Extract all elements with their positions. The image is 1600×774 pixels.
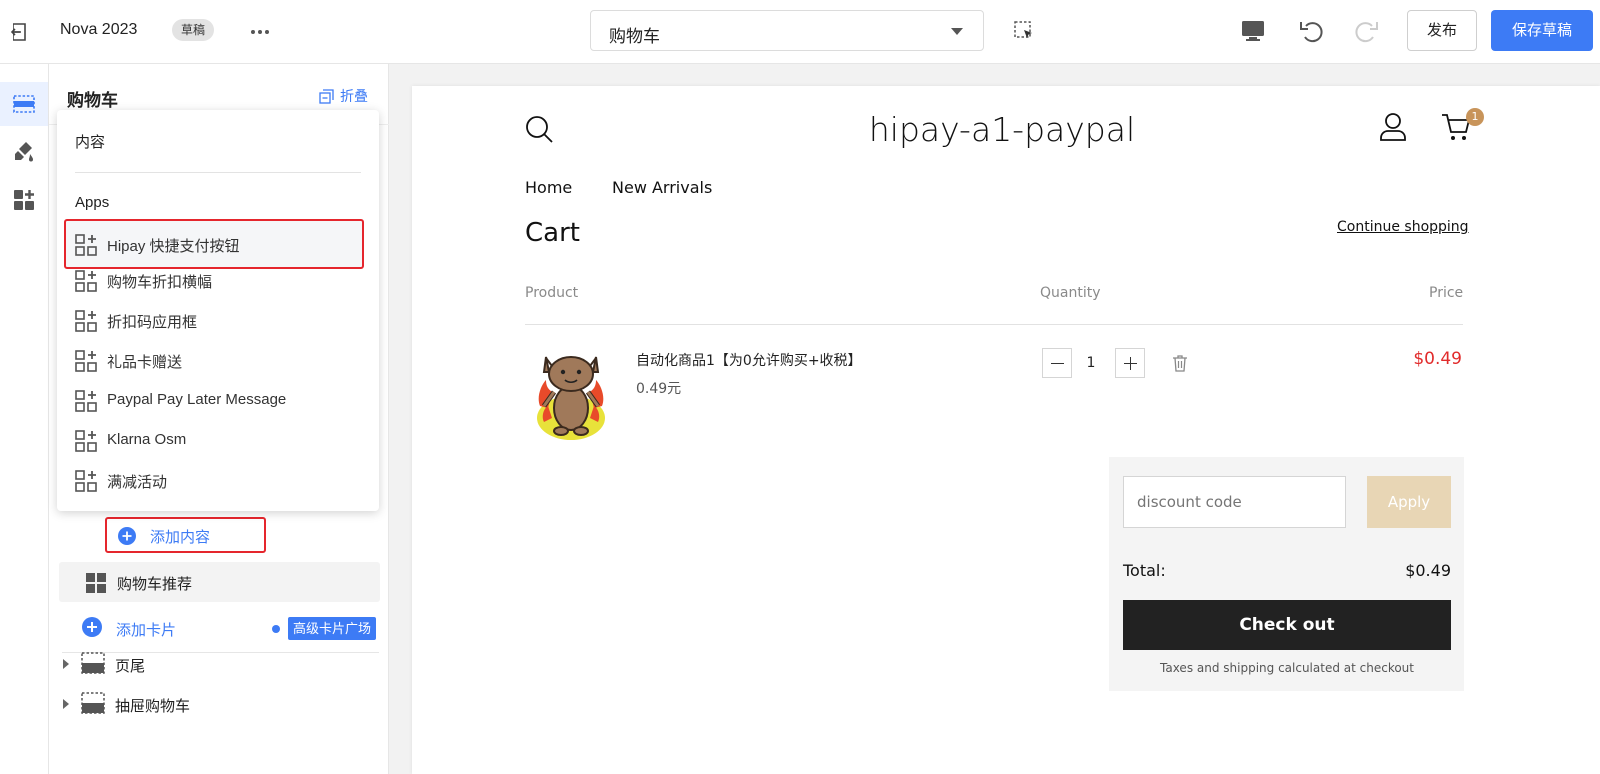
theme-name: Nova 2023 bbox=[60, 21, 138, 38]
trash-icon[interactable] bbox=[1172, 354, 1188, 376]
app-item-label: 折扣码应用框 bbox=[107, 314, 198, 331]
plus-circle-icon bbox=[118, 527, 136, 545]
exit-icon[interactable] bbox=[8, 20, 32, 44]
search-icon[interactable] bbox=[524, 114, 554, 148]
total-value: $0.49 bbox=[1405, 561, 1451, 580]
product-unit-price: 0.49元 bbox=[636, 381, 682, 397]
advanced-cards-badge[interactable]: 高级卡片广场 bbox=[288, 617, 377, 640]
app-item-klarna-osm[interactable]: Klarna Osm bbox=[65, 418, 371, 462]
app-block-icon bbox=[75, 470, 97, 492]
app-item-label: Klarna Osm bbox=[107, 431, 187, 448]
add-content-popup: 内容 Apps Hipay 快捷支付按钮 购物车折扣横幅 折扣码应用框 礼品卡赠… bbox=[57, 110, 379, 511]
divider bbox=[525, 324, 1463, 325]
product-name[interactable]: 自动化商品1【为0允许购买+收税】 bbox=[636, 350, 862, 370]
line-item-price: $0.49 bbox=[1413, 349, 1462, 369]
product-image[interactable] bbox=[532, 348, 610, 442]
quantity-decrease-button[interactable] bbox=[1042, 348, 1072, 378]
redo-icon[interactable] bbox=[1352, 17, 1380, 45]
chevron-down-icon bbox=[951, 28, 963, 35]
draft-badge: 草稿 bbox=[172, 19, 215, 41]
app-block-icon bbox=[75, 350, 97, 372]
rail-theme-style[interactable] bbox=[0, 130, 48, 174]
more-icon[interactable] bbox=[248, 20, 272, 44]
grid-icon bbox=[86, 573, 106, 593]
undo-icon[interactable] bbox=[1298, 17, 1326, 45]
divider bbox=[75, 172, 361, 173]
apps-icon bbox=[14, 190, 34, 210]
collapse-icon bbox=[319, 89, 334, 104]
section-label: 页尾 bbox=[115, 658, 146, 675]
sidebar-title: 购物车 bbox=[67, 91, 118, 110]
sections-icon bbox=[13, 95, 35, 113]
plus-circle-icon bbox=[82, 617, 102, 637]
app-item-label: 购物车折扣横幅 bbox=[107, 274, 213, 291]
divider bbox=[62, 652, 379, 653]
app-block-icon bbox=[75, 390, 97, 412]
add-card-label: 添加卡片 bbox=[116, 622, 177, 639]
drawer-section-icon bbox=[81, 692, 105, 714]
rail-apps[interactable] bbox=[0, 178, 48, 222]
discount-code-input[interactable] bbox=[1123, 476, 1346, 528]
quantity-value[interactable]: 1 bbox=[1075, 355, 1107, 371]
checkout-button[interactable]: Check out bbox=[1123, 600, 1451, 650]
page-select-value: 购物车 bbox=[609, 27, 660, 46]
app-item-cart-discount-banner[interactable]: 购物车折扣横幅 bbox=[65, 258, 371, 302]
apply-button[interactable]: Apply bbox=[1367, 476, 1451, 528]
column-header-price: Price bbox=[1429, 285, 1464, 301]
publish-button[interactable]: 发布 bbox=[1407, 10, 1477, 51]
content-section-title: 内容 bbox=[75, 134, 106, 151]
app-item-label: 礼品卡赠送 bbox=[107, 354, 183, 371]
app-block-icon bbox=[75, 430, 97, 452]
tax-note: Taxes and shipping calculated at checkou… bbox=[1160, 661, 1414, 675]
left-rail bbox=[0, 64, 49, 774]
column-header-product: Product bbox=[525, 285, 579, 301]
rail-sections[interactable] bbox=[0, 82, 48, 126]
save-draft-button[interactable]: 保存草稿 bbox=[1491, 10, 1593, 51]
account-icon[interactable] bbox=[1378, 112, 1408, 146]
expand-arrow-icon[interactable] bbox=[63, 699, 69, 709]
expand-arrow-icon[interactable] bbox=[63, 659, 69, 669]
add-content-button[interactable]: 添加内容 bbox=[105, 517, 266, 553]
app-block-icon bbox=[75, 270, 97, 292]
collapse-button[interactable]: 折叠 bbox=[319, 86, 368, 106]
app-item-gift-card[interactable]: 礼品卡赠送 bbox=[65, 338, 371, 382]
quantity-increase-button[interactable] bbox=[1115, 348, 1145, 378]
app-item-label: Paypal Pay Later Message bbox=[107, 391, 287, 408]
app-item-paypal-pay-later[interactable]: Paypal Pay Later Message bbox=[65, 378, 371, 422]
cart-count-badge: 1 bbox=[1466, 108, 1484, 126]
app-item-label: 满减活动 bbox=[107, 474, 168, 491]
section-cart-recommendations[interactable]: 购物车推荐 bbox=[59, 562, 380, 602]
collapse-label: 折叠 bbox=[340, 88, 368, 104]
total-label: Total: bbox=[1123, 561, 1166, 580]
app-block-icon bbox=[75, 310, 97, 332]
top-bar: Nova 2023 草稿 购物车 发布 保存草稿 bbox=[0, 0, 1600, 64]
store-preview: hipay-a1-paypal 1 Home New Arrivals Cart… bbox=[412, 86, 1600, 774]
continue-shopping-link[interactable]: Continue shopping bbox=[1337, 219, 1469, 235]
apps-section-title: Apps bbox=[75, 194, 110, 211]
paint-brush-icon bbox=[15, 142, 33, 162]
section-label: 抽屉购物车 bbox=[115, 698, 191, 715]
select-element-icon[interactable] bbox=[1012, 19, 1036, 43]
footer-section-icon bbox=[81, 652, 105, 674]
app-block-icon bbox=[75, 234, 97, 256]
section-label: 购物车推荐 bbox=[117, 576, 193, 593]
cart-summary: Apply Total: $0.49 Check out Taxes and s… bbox=[1109, 457, 1464, 691]
page-select[interactable]: 购物车 bbox=[590, 10, 984, 51]
cart-heading: Cart bbox=[525, 218, 580, 248]
desktop-icon[interactable] bbox=[1240, 18, 1266, 44]
store-title[interactable]: hipay-a1-paypal bbox=[812, 110, 1192, 149]
app-item-discount-code-box[interactable]: 折扣码应用框 bbox=[65, 298, 371, 342]
new-dot bbox=[272, 625, 280, 633]
nav-new-arrivals[interactable]: New Arrivals bbox=[612, 178, 712, 197]
add-content-label: 添加内容 bbox=[150, 529, 211, 546]
nav-home[interactable]: Home bbox=[525, 178, 572, 197]
app-item-label: Hipay 快捷支付按钮 bbox=[107, 238, 240, 255]
column-header-quantity: Quantity bbox=[1040, 285, 1101, 301]
app-item-spend-discount[interactable]: 满减活动 bbox=[65, 458, 371, 502]
